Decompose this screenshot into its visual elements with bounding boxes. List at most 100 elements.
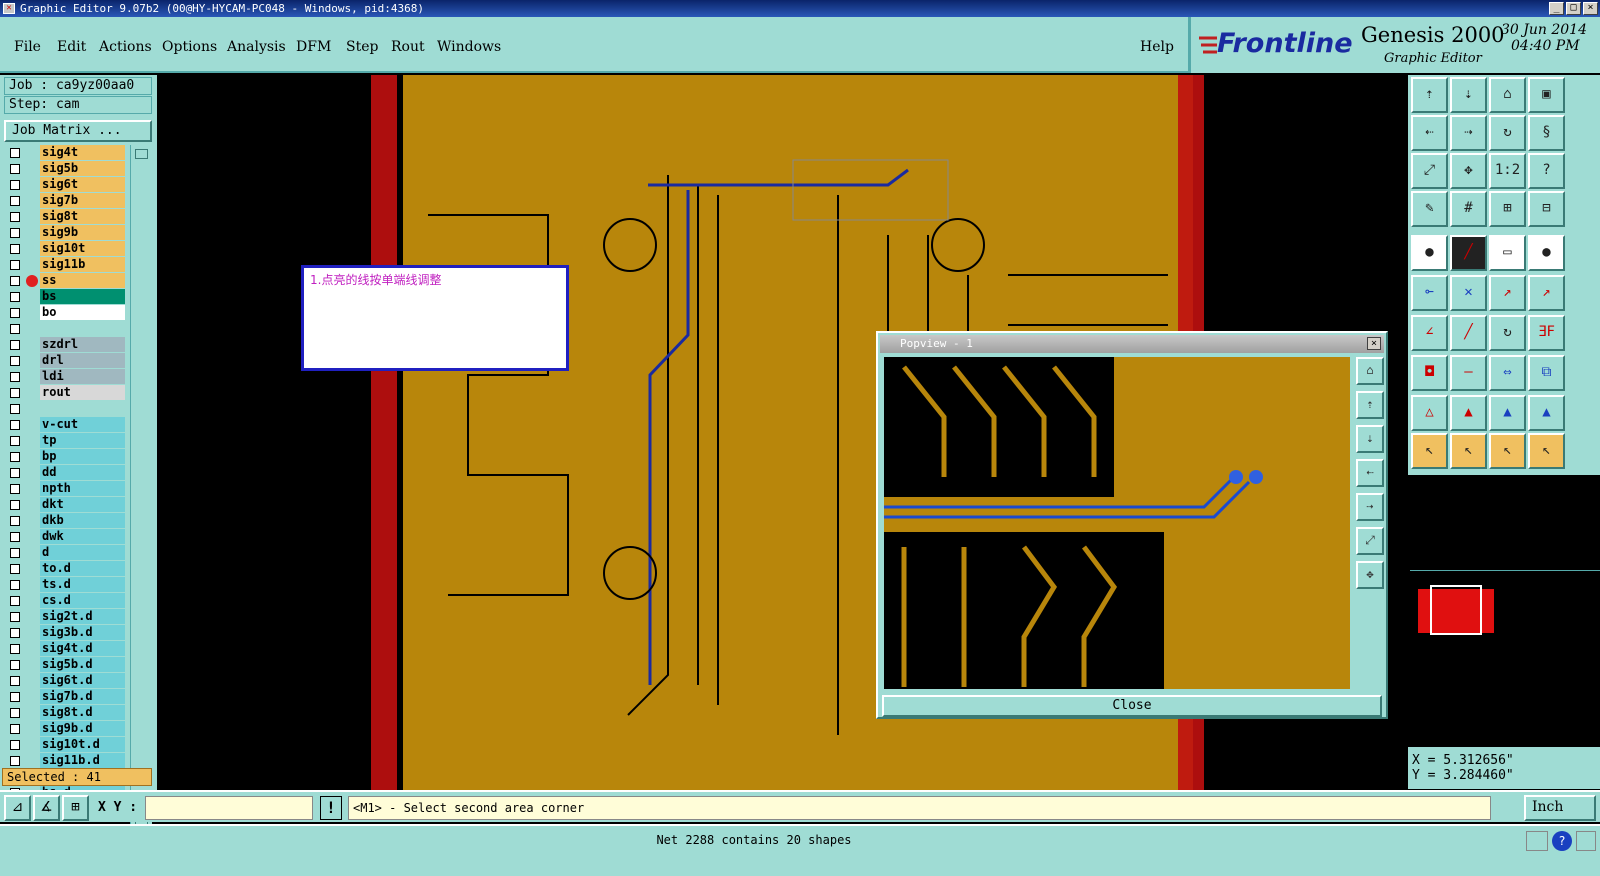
layer-row[interactable]: sig8t.d <box>4 705 125 721</box>
layer-checkbox[interactable] <box>10 420 20 430</box>
layer-checkbox[interactable] <box>10 196 20 206</box>
layer-row[interactable] <box>4 401 125 417</box>
layer-name[interactable]: ss <box>40 273 125 288</box>
menu-dfm[interactable]: DFM <box>296 39 331 55</box>
fit-icon[interactable]: ⤢ <box>1411 153 1448 189</box>
layer-row[interactable]: ss <box>4 273 125 289</box>
menu-step[interactable]: Step <box>346 39 378 55</box>
layer-checkbox[interactable] <box>10 612 20 622</box>
popview-close-icon[interactable]: × <box>1367 337 1381 350</box>
layer-checkbox[interactable] <box>10 676 20 686</box>
angle-icon[interactable]: ∠ <box>1411 315 1448 351</box>
layer-checkbox[interactable] <box>10 756 20 766</box>
layer-checkbox[interactable] <box>10 596 20 606</box>
layer-name[interactable]: sig7b.d <box>40 689 125 704</box>
popview-close-button[interactable]: Close <box>882 695 1382 717</box>
layer-row[interactable]: sig11b.d <box>4 753 125 769</box>
menu-rout[interactable]: Rout <box>391 39 425 55</box>
layer-name[interactable]: v-cut <box>40 417 125 432</box>
layer-name[interactable]: sig4t <box>40 145 125 160</box>
layer-checkbox[interactable] <box>10 516 20 526</box>
layer-checkbox[interactable] <box>10 212 20 222</box>
move-point-icon[interactable]: ↗ <box>1489 275 1526 311</box>
layer-name[interactable]: sig11b.d <box>40 753 125 768</box>
menu-help[interactable]: Help <box>1140 39 1174 55</box>
layer-checkbox[interactable] <box>10 308 20 318</box>
layer-row[interactable]: sig11b <box>4 257 125 273</box>
layer-name[interactable]: bp <box>40 449 125 464</box>
help-circle-icon[interactable]: ? <box>1552 831 1572 851</box>
layer-name[interactable]: bo <box>40 305 125 320</box>
layer-name[interactable]: ts.d <box>40 577 125 592</box>
menu-options[interactable]: Options <box>162 39 217 55</box>
layer-name[interactable]: sig10t.d <box>40 737 125 752</box>
maximize-button[interactable]: □ <box>1566 2 1581 15</box>
layer-row[interactable]: v-cut <box>4 417 125 433</box>
layer-checkbox[interactable] <box>10 532 20 542</box>
layer-name[interactable]: drl <box>40 353 125 368</box>
connect-icon[interactable]: ⟜ <box>1411 275 1448 311</box>
layer-checkbox[interactable] <box>10 452 20 462</box>
scale-icon[interactable]: 1:2 <box>1489 153 1526 189</box>
layer-row[interactable]: rout <box>4 385 125 401</box>
layer-checkbox[interactable] <box>10 388 20 398</box>
layer-name[interactable]: dkb <box>40 513 125 528</box>
menu-actions[interactable]: Actions <box>99 39 152 55</box>
layer-checkbox[interactable] <box>10 484 20 494</box>
layer-name[interactable]: sig3b.d <box>40 625 125 640</box>
popview-titlebar[interactable]: Popview - 1 × <box>880 335 1384 353</box>
layer-name[interactable]: sig4t.d <box>40 641 125 656</box>
mirror-icon[interactable]: ƎF <box>1528 315 1565 351</box>
overview-map[interactable] <box>1410 570 1600 655</box>
layer-row[interactable]: d <box>4 545 125 561</box>
layer-row[interactable]: sig10t.d <box>4 737 125 753</box>
layer-checkbox[interactable] <box>10 244 20 254</box>
close-window-button[interactable]: × <box>1583 2 1598 15</box>
overview-viewport[interactable] <box>1430 585 1482 635</box>
pad-add-icon[interactable]: ◘ <box>1411 355 1448 391</box>
popview-fit-icon[interactable]: ⤢ <box>1356 527 1384 555</box>
select-pointer-icon[interactable]: ↖ <box>1411 433 1448 469</box>
layer-checkbox[interactable] <box>10 708 20 718</box>
grid-icon[interactable]: # <box>1450 191 1487 227</box>
measure-icon[interactable]: ✎ <box>1411 191 1448 227</box>
select-box-icon[interactable]: ↖ <box>1450 433 1487 469</box>
layer-name[interactable]: bs <box>40 289 125 304</box>
popview-pan-right-icon[interactable]: ⇢ <box>1356 493 1384 521</box>
layer-row[interactable]: sig10t <box>4 241 125 257</box>
layer-row[interactable]: sig8t <box>4 209 125 225</box>
layer-name[interactable]: dkt <box>40 497 125 512</box>
pan-left-icon[interactable]: ⇠ <box>1411 115 1448 151</box>
layer-checkbox[interactable] <box>10 340 20 350</box>
layer-name[interactable]: cs.d <box>40 593 125 608</box>
layer-name[interactable]: sig5b.d <box>40 657 125 672</box>
popview-fit-all-icon[interactable]: ✥ <box>1356 561 1384 589</box>
menu-edit[interactable]: Edit <box>57 39 86 55</box>
layer-checkbox[interactable] <box>10 628 20 638</box>
zoom-window-icon[interactable]: ▣ <box>1528 77 1565 113</box>
layer-name[interactable]: sig6t <box>40 177 125 192</box>
layer-row[interactable]: sig5b.d <box>4 657 125 673</box>
layer-row[interactable]: sig4t <box>4 145 125 161</box>
layer-checkbox[interactable] <box>10 324 20 334</box>
layer-row[interactable]: bs <box>4 289 125 305</box>
popview-pan-left-icon[interactable]: ⇠ <box>1356 459 1384 487</box>
angle-mode-icon[interactable]: ∡ <box>33 795 60 821</box>
layer-row[interactable]: sig9b <box>4 225 125 241</box>
layer-checkbox[interactable] <box>10 436 20 446</box>
layer-row[interactable]: sig2t.d <box>4 609 125 625</box>
layer-row[interactable]: bp <box>4 449 125 465</box>
layer-name[interactable]: sig7b <box>40 193 125 208</box>
select-net-icon[interactable]: ↖ <box>1489 433 1526 469</box>
layer-checkbox[interactable] <box>10 644 20 654</box>
layer-name[interactable] <box>40 401 125 416</box>
layer-checkbox[interactable] <box>10 404 20 414</box>
layer-row[interactable]: sig6t.d <box>4 673 125 689</box>
layer-checkbox[interactable] <box>10 724 20 734</box>
layer-name[interactable]: szdrl <box>40 337 125 352</box>
arc-icon[interactable]: ↻ <box>1489 315 1526 351</box>
alert-icon[interactable]: ! <box>320 796 342 820</box>
layer-row[interactable]: dkt <box>4 497 125 513</box>
layer-checkbox[interactable] <box>10 740 20 750</box>
layer-row[interactable]: dwk <box>4 529 125 545</box>
